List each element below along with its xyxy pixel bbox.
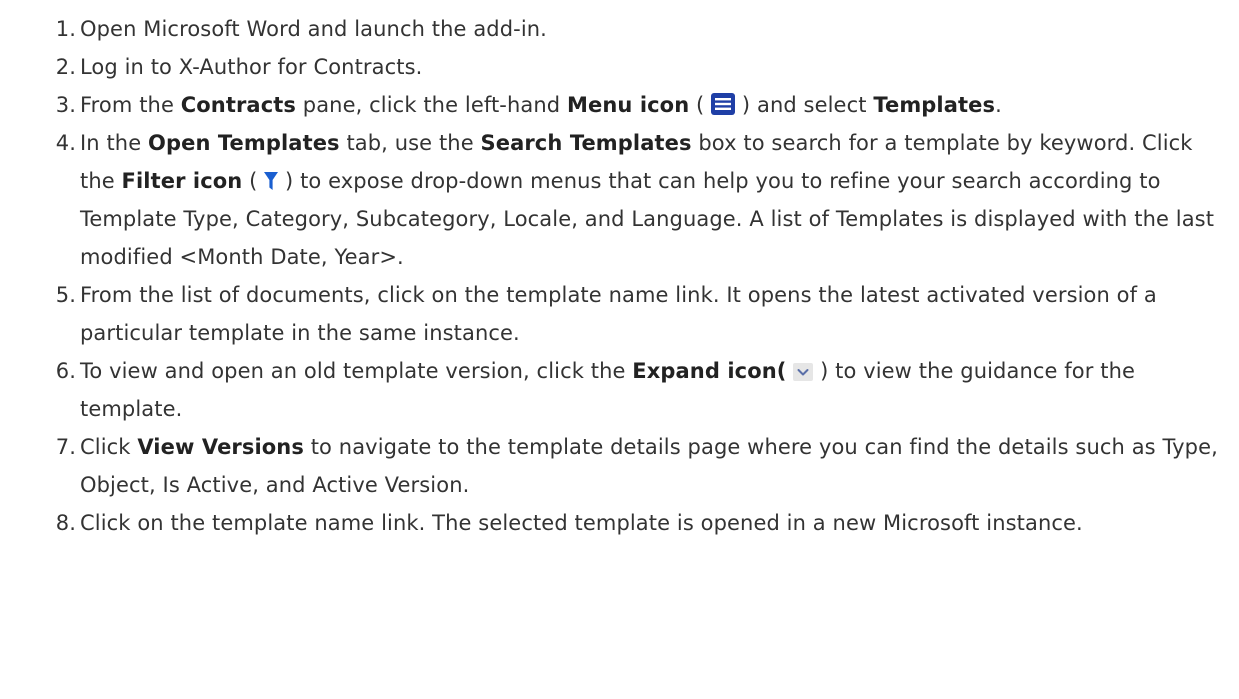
step-number: 7. bbox=[55, 435, 76, 459]
emphasis-text: Templates bbox=[873, 93, 996, 117]
filter-icon bbox=[264, 171, 279, 191]
step-number: 2. bbox=[55, 55, 76, 79]
step-text: Open Microsoft Word and launch the add-i… bbox=[80, 17, 547, 41]
step-text: In the bbox=[80, 131, 149, 155]
step-number: 1. bbox=[55, 17, 76, 41]
step-text: tab, use the bbox=[339, 131, 481, 155]
emphasis-text: Filter icon bbox=[121, 169, 243, 193]
step-6: 6. To view and open an old template versi… bbox=[0, 352, 1239, 428]
step-text: pane, click the left-hand bbox=[296, 93, 567, 117]
step-number: 8. bbox=[55, 511, 76, 535]
emphasis-text: Contracts bbox=[180, 93, 296, 117]
emphasis-text: Search Templates bbox=[480, 131, 692, 155]
step-number: 3. bbox=[55, 93, 76, 117]
step-text: ( bbox=[242, 169, 265, 193]
step-7: 7. Click View Versions to navigate to the… bbox=[0, 428, 1239, 504]
menu-icon bbox=[711, 93, 736, 115]
step-2: 2. Log in to X-Author for Contracts. bbox=[0, 48, 1239, 86]
step-text: To view and open an old template version… bbox=[80, 359, 633, 383]
emphasis-text: Expand icon( bbox=[632, 359, 787, 383]
step-number: 4. bbox=[55, 131, 76, 155]
step-text: From the list of documents, click on the… bbox=[80, 283, 1157, 345]
step-text: Click on the template name link. The sel… bbox=[80, 511, 1083, 535]
emphasis-text: Open Templates bbox=[148, 131, 340, 155]
step-1: 1. Open Microsoft Word and launch the add… bbox=[0, 10, 1239, 48]
steps-list: 1. Open Microsoft Word and launch the add… bbox=[0, 0, 1239, 542]
step-8: 8. Click on the template name link. The s… bbox=[0, 504, 1239, 542]
expand-icon bbox=[793, 363, 814, 381]
step-5: 5. From the list of documents, click on t… bbox=[0, 276, 1239, 352]
step-text: . bbox=[995, 93, 1002, 117]
step-text bbox=[787, 359, 794, 383]
step-4: 4. In the Open Templates tab, use the Sea… bbox=[0, 124, 1239, 276]
step-text: Click bbox=[80, 435, 138, 459]
step-text: Log in to X-Author for Contracts. bbox=[80, 55, 423, 79]
emphasis-text: View Versions bbox=[137, 435, 304, 459]
emphasis-text: Menu icon bbox=[566, 93, 690, 117]
step-text: ( bbox=[689, 93, 705, 117]
step-3: 3. From the Contracts pane, click the lef… bbox=[0, 86, 1239, 124]
step-number: 5. bbox=[55, 283, 76, 307]
step-number: 6. bbox=[55, 359, 76, 383]
step-text: From the bbox=[80, 93, 181, 117]
step-text: ) and select bbox=[741, 93, 874, 117]
